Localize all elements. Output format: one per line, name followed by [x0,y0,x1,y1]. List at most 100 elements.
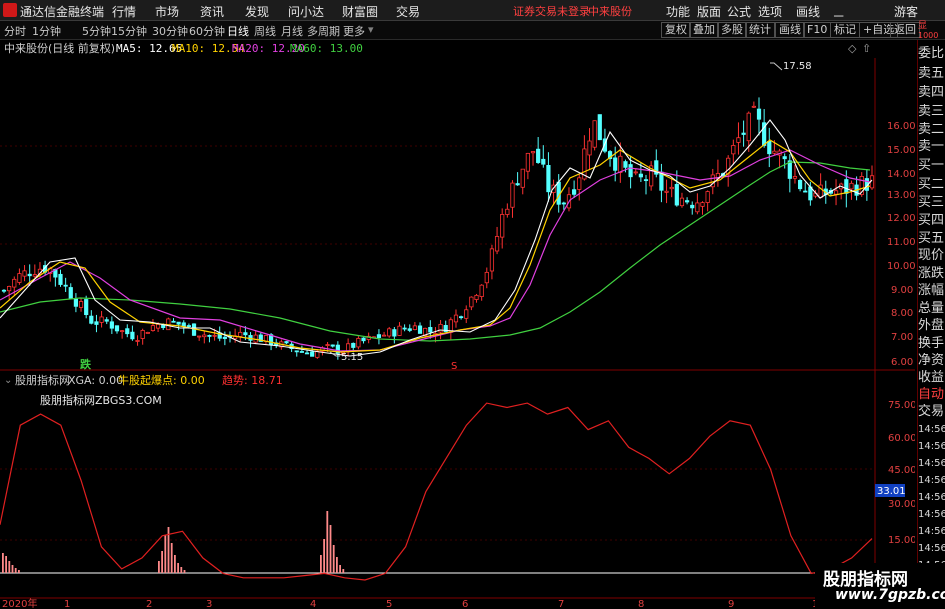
quote-weibi[interactable]: 委比 [918,46,945,62]
menu-gongshi[interactable]: 公式 [727,3,751,20]
candle-body [238,331,243,337]
quote-sell5[interactable]: 卖五 [918,66,945,82]
quote-buy1[interactable]: 买一 [918,158,945,174]
chevron-circle-icon[interactable]: ⌄ [4,375,12,386]
time-tick: 5 [386,599,392,609]
quote-outer[interactable]: 外盘 [918,318,945,334]
indicator-bar [332,545,335,573]
quote-turnover[interactable]: 换手 [918,336,945,352]
diamond-icon[interactable]: ◇ [848,42,857,55]
current-value-label: 33.01 [877,486,906,497]
kline-chart[interactable]: 中来股份(日线 前复权) ⌄ MA5: 12.65 MA10: 12.54 MA… [0,40,915,609]
indicator-bar [18,570,20,573]
menu-zixun[interactable]: 资讯 [200,3,224,20]
menu-caifuquan[interactable]: 财富圈 [342,3,378,20]
indicator-bar [14,568,17,573]
menu-jiaoyi[interactable]: 交易 [396,3,420,20]
tab-trade[interactable]: 交易 [918,404,945,420]
candle-body [212,334,217,337]
menu-gongneng[interactable]: 功能 [666,3,690,20]
quote-sell1[interactable]: 卖一 [918,139,945,155]
quote-sell3[interactable]: 卖三 [918,104,945,120]
indicator-tick: 15.00 [888,535,915,546]
f10-button[interactable]: F10 [803,22,832,38]
xga-label: XGA: 0.00 [68,374,123,387]
quote-buy3[interactable]: 买三 [918,195,945,211]
user-label[interactable]: 游客 [894,3,918,20]
menu-shichang[interactable]: 市场 [155,3,179,20]
period-monthly[interactable]: 月线 [281,23,303,39]
candle-body [299,351,304,353]
indicator-bar [180,567,183,573]
candle-body [130,331,135,340]
price-tick: 13.00 [887,190,915,201]
period-30min[interactable]: 30分钟 [152,23,188,39]
candle-body [638,173,643,178]
period-multi[interactable]: 多周期 [307,23,340,39]
period-more[interactable]: 更多 [343,23,365,39]
menu-xuanxiang[interactable]: 选项 [758,3,782,20]
period-5min[interactable]: 5分钟 [82,23,111,39]
minimize-icon[interactable]: ▁ [834,3,843,17]
quote-buy2[interactable]: 买二 [918,177,945,193]
menu-huaxian[interactable]: 画线 [796,3,820,20]
period-1min[interactable]: 1分钟 [32,23,61,39]
candle-body [356,338,361,348]
candle-body [669,186,674,190]
back-button[interactable]: 返回 [890,22,920,38]
candle-body [613,157,618,171]
diejia-button[interactable]: 叠加 [689,22,719,38]
menu-wenxiaoda[interactable]: 问小达 [288,3,324,20]
candle-body [397,325,402,336]
period-weekly[interactable]: 周线 [254,23,276,39]
tab-auto[interactable]: 自动 [918,387,945,403]
biaoji-button[interactable]: 标记 [830,22,860,38]
quote-sell4[interactable]: 卖四 [918,85,945,101]
up-arrow-icon[interactable]: ⇧ [862,42,871,55]
candle-body [145,332,150,334]
quote-buy5[interactable]: 买五 [918,231,945,247]
time-tick: 8 [638,599,644,609]
huaxian-button[interactable]: 画线 [775,22,805,38]
quote-change[interactable]: 涨跌 [918,266,945,282]
chevron-down-icon[interactable]: ▾ [368,23,374,36]
candle-body [469,296,474,308]
time-tick: 7 [558,599,564,609]
menu-banmian[interactable]: 版面 [697,3,721,20]
quote-buy4[interactable]: 买四 [918,213,945,229]
chevron-circle-icon[interactable]: ⌄ [104,44,112,55]
quote-pct[interactable]: 涨幅 [918,283,945,299]
candle-body [120,330,125,333]
quote-sell2[interactable]: 卖二 [918,122,945,138]
menu-faxian[interactable]: 发现 [245,3,269,20]
tick-time: 14:56 [918,526,945,537]
candle-body [731,145,736,155]
indicator-bar [336,557,338,573]
candle-body [459,316,464,319]
period-daily[interactable]: 日线 [227,23,249,39]
menu-hangqing[interactable]: 行情 [112,3,136,20]
watermark-line2: www.7gpzb.com [835,587,945,603]
candle-body [494,236,500,252]
period-60min[interactable]: 60分钟 [189,23,225,39]
candle-body [705,191,710,203]
indicator-bar [174,555,176,573]
period-fenshi[interactable]: 分时 [4,23,26,39]
candle-body [99,316,104,323]
login-status[interactable]: 证券交易未登录 [513,3,590,19]
tongji-button[interactable]: 统计 [745,22,775,38]
panel-top-value: 1000 [918,31,939,40]
indicator-title: 股朋指标网 [15,373,70,387]
indicator-tick: 60.00 [888,433,915,444]
candle-body [351,342,356,348]
quote-nav[interactable]: 净资 [918,353,945,369]
fuquan-button[interactable]: 复权 [661,22,691,38]
quote-eps[interactable]: 收益 [918,370,945,386]
quote-price[interactable]: 现价 [918,248,945,264]
period-15min[interactable]: 15分钟 [111,23,147,39]
quote-volume[interactable]: 总量 [918,301,945,317]
candle-body [176,321,181,325]
indicator-tick: 45.00 [888,465,915,476]
duogu-button[interactable]: 多股 [717,22,747,38]
indicator-tick: 30.00 [888,499,915,510]
